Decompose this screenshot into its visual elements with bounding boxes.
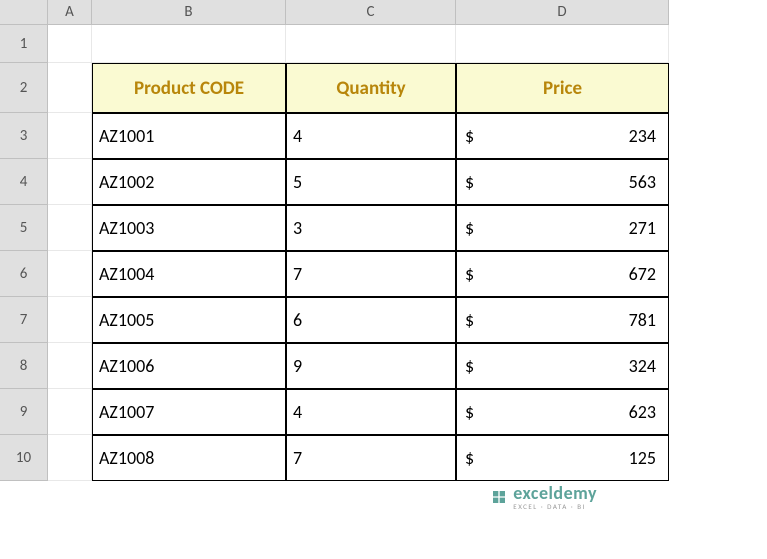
column-header-b[interactable]: B — [92, 0, 286, 25]
cell[interactable] — [48, 435, 92, 481]
cell[interactable] — [48, 63, 92, 113]
brand-name: exceldemy — [513, 482, 597, 504]
table-cell[interactable]: AZ1006 — [92, 343, 286, 389]
cell[interactable] — [48, 205, 92, 251]
cell[interactable] — [48, 113, 92, 159]
cell[interactable] — [48, 159, 92, 205]
row-header-1[interactable]: 1 — [0, 25, 48, 63]
row-header-5[interactable]: 5 — [0, 205, 48, 251]
brand-tagline: EXCEL · DATA · BI — [513, 502, 597, 511]
table-cell[interactable]: 7 — [286, 251, 456, 297]
row-header-8[interactable]: 8 — [0, 343, 48, 389]
table-cell[interactable]: 9 — [286, 343, 456, 389]
price-value: 672 — [629, 263, 662, 285]
table-cell[interactable]: $672 — [456, 251, 669, 297]
cell[interactable] — [92, 25, 286, 63]
column-header-a[interactable]: A — [48, 0, 92, 25]
table-cell[interactable]: AZ1003 — [92, 205, 286, 251]
row-header-3[interactable]: 3 — [0, 113, 48, 159]
column-header-c[interactable]: C — [286, 0, 456, 25]
cell[interactable] — [456, 25, 669, 63]
price-value: 234 — [629, 125, 662, 147]
table-cell[interactable]: AZ1005 — [92, 297, 286, 343]
currency-symbol: $ — [463, 263, 474, 285]
currency-symbol: $ — [463, 125, 474, 147]
header-product-code[interactable]: Product CODE — [92, 63, 286, 113]
exceldemy-icon — [491, 489, 507, 505]
table-cell[interactable]: $563 — [456, 159, 669, 205]
table-cell[interactable]: AZ1007 — [92, 389, 286, 435]
table-cell[interactable]: AZ1002 — [92, 159, 286, 205]
table-cell[interactable]: AZ1004 — [92, 251, 286, 297]
header-price[interactable]: Price — [456, 63, 669, 113]
cell[interactable] — [48, 343, 92, 389]
cell[interactable] — [48, 251, 92, 297]
currency-symbol: $ — [463, 355, 474, 377]
row-header-7[interactable]: 7 — [0, 297, 48, 343]
table-cell[interactable]: $324 — [456, 343, 669, 389]
table-cell[interactable]: $234 — [456, 113, 669, 159]
currency-symbol: $ — [463, 217, 474, 239]
column-header-d[interactable]: D — [456, 0, 669, 25]
table-cell[interactable]: 4 — [286, 113, 456, 159]
table-cell[interactable]: 6 — [286, 297, 456, 343]
table-cell[interactable]: $125 — [456, 435, 669, 481]
price-value: 271 — [629, 217, 662, 239]
table-cell[interactable]: $271 — [456, 205, 669, 251]
table-cell[interactable]: 7 — [286, 435, 456, 481]
currency-symbol: $ — [463, 309, 474, 331]
price-value: 781 — [629, 309, 662, 331]
cell[interactable] — [286, 25, 456, 63]
price-value: 563 — [629, 171, 662, 193]
table-cell[interactable]: 4 — [286, 389, 456, 435]
table-cell[interactable]: 5 — [286, 159, 456, 205]
cell[interactable] — [48, 25, 92, 63]
table-cell[interactable]: $781 — [456, 297, 669, 343]
currency-symbol: $ — [463, 171, 474, 193]
row-header-10[interactable]: 10 — [0, 435, 48, 481]
cell[interactable] — [48, 389, 92, 435]
price-value: 324 — [629, 355, 662, 377]
row-header-4[interactable]: 4 — [0, 159, 48, 205]
table-cell[interactable]: AZ1008 — [92, 435, 286, 481]
table-cell[interactable]: $623 — [456, 389, 669, 435]
header-quantity[interactable]: Quantity — [286, 63, 456, 113]
currency-symbol: $ — [463, 447, 474, 469]
price-value: 623 — [629, 401, 662, 423]
spreadsheet-grid: A B C D 1 2 Product CODE Quantity Price … — [0, 0, 767, 481]
brand-logo: exceldemy EXCEL · DATA · BI — [491, 482, 597, 511]
row-header-2[interactable]: 2 — [0, 63, 48, 113]
currency-symbol: $ — [463, 401, 474, 423]
select-all-corner[interactable] — [0, 0, 48, 25]
table-cell[interactable]: 3 — [286, 205, 456, 251]
cell[interactable] — [48, 297, 92, 343]
row-header-9[interactable]: 9 — [0, 389, 48, 435]
table-cell[interactable]: AZ1001 — [92, 113, 286, 159]
price-value: 125 — [629, 447, 662, 469]
row-header-6[interactable]: 6 — [0, 251, 48, 297]
